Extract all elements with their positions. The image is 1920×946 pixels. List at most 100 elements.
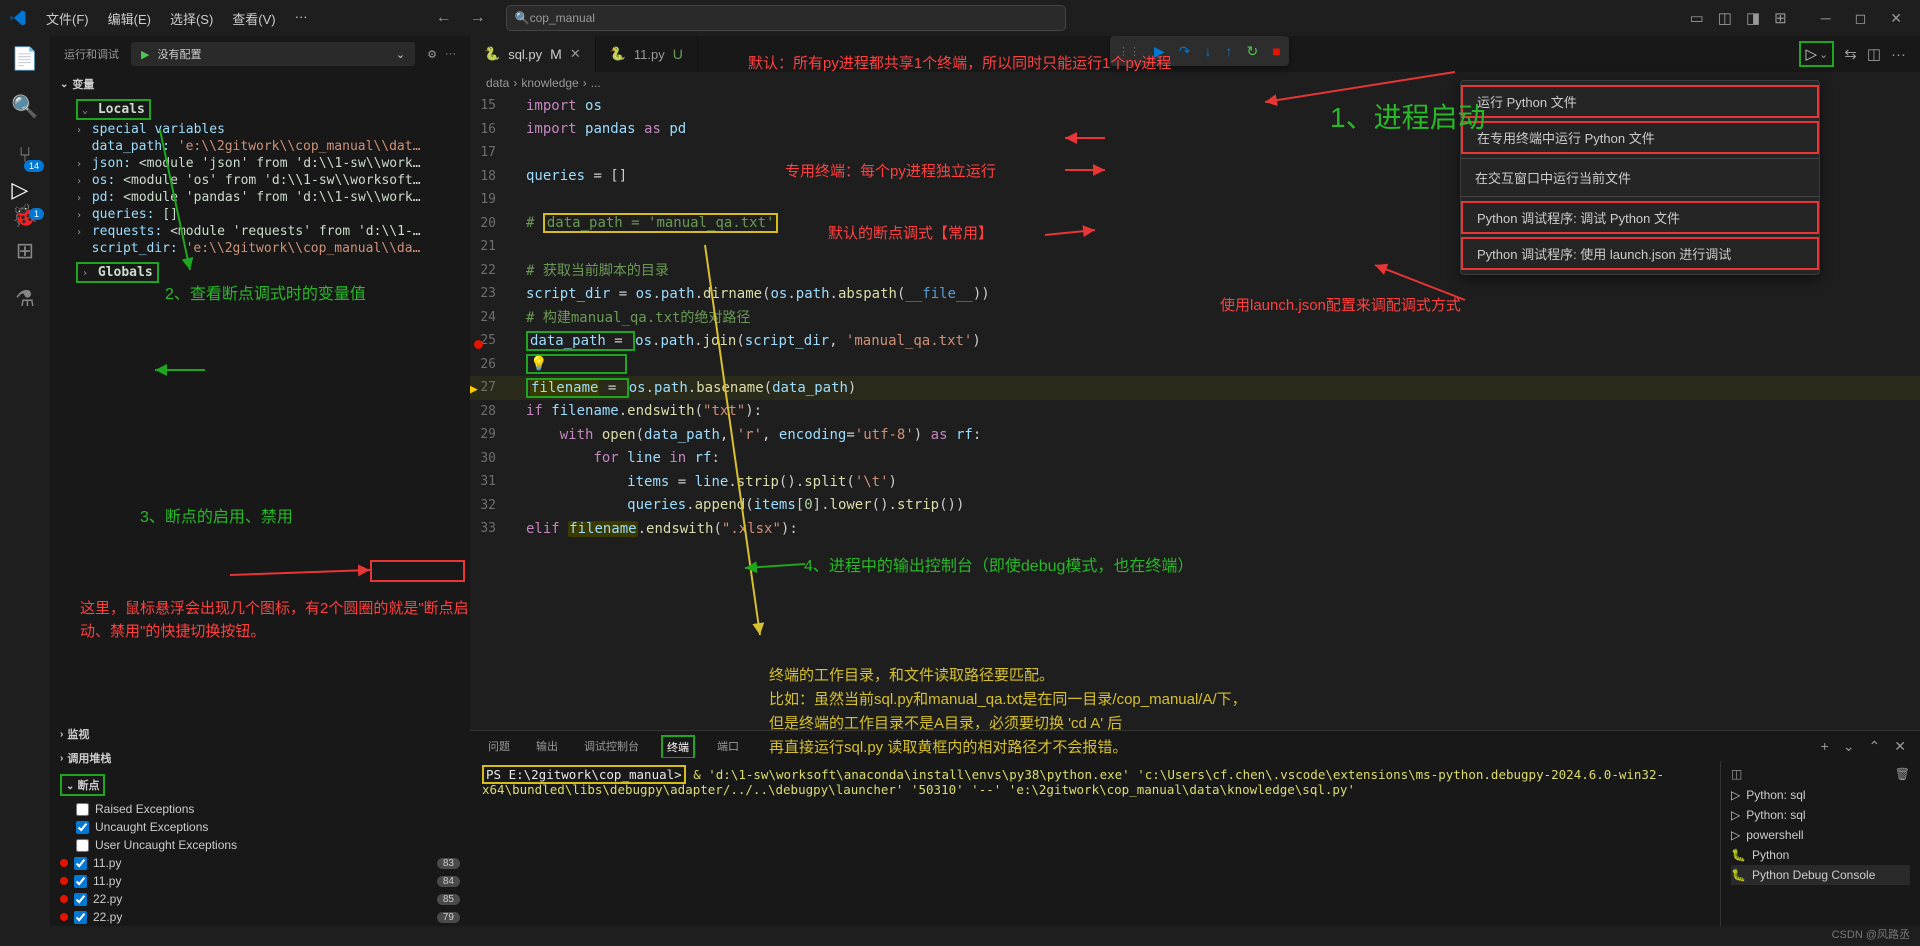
title-bar: 文件(F) 编辑(E) 选择(S) 查看(V) ··· ← → 🔍 cop_ma…	[0, 0, 1920, 36]
trash-icon[interactable]: 🗑	[1895, 767, 1910, 781]
continue-icon[interactable]: ▶	[1154, 43, 1165, 60]
run-python-file[interactable]: 运行 Python 文件	[1461, 85, 1819, 118]
var-row[interactable]: › pd: <module 'pandas' from 'd:\\1-sw\\w…	[64, 189, 470, 206]
testing-icon[interactable]: ⚗	[12, 286, 38, 312]
bp-file[interactable]: 22.py85	[50, 890, 470, 908]
bottom-panel: 问题 输出 调试控制台 终端 端口 + ⌄ ⌃ ✕ PS E:\2gitwork…	[470, 730, 1920, 926]
close-tab-icon[interactable]: ✕	[570, 46, 581, 62]
chevron-down-icon[interactable]: ⌄	[1819, 48, 1828, 61]
tab-11[interactable]: 🐍 11.py U	[596, 36, 698, 72]
layout-2-icon[interactable]: ◫	[1718, 9, 1732, 27]
drag-handle-icon[interactable]: ⋮⋮	[1118, 45, 1140, 58]
terminal-output[interactable]: PS E:\2gitwork\cop_manual> & 'd:\1-sw\wo…	[470, 761, 1720, 926]
panel-tabs: 问题 输出 调试控制台 终端 端口 + ⌄ ⌃ ✕	[470, 731, 1920, 761]
var-row[interactable]: › json: <module 'json' from 'd:\\1-sw\\w…	[64, 155, 470, 172]
close-panel-icon[interactable]: ✕	[1894, 738, 1906, 755]
menu-more[interactable]: ···	[287, 5, 316, 32]
lightbulb-icon[interactable]: 💡	[530, 356, 547, 372]
menu-select[interactable]: 选择(S)	[162, 5, 221, 32]
debug-python-file[interactable]: Python 调试程序: 调试 Python 文件	[1461, 201, 1819, 234]
var-row[interactable]: script_dir: 'e:\\2gitwork\\cop_manual\\d…	[64, 240, 470, 257]
command-center[interactable]: 🔍 cop_manual	[506, 5, 1066, 31]
locals-scope[interactable]: ⌄ Locals	[76, 99, 151, 120]
run-in-interactive[interactable]: 在交互窗口中运行当前文件	[1461, 163, 1819, 192]
terminal-item[interactable]: ▷Python: sql	[1731, 805, 1910, 825]
terminal-item[interactable]: ▷Python: sql	[1731, 785, 1910, 805]
search-icon: 🔍	[515, 11, 530, 25]
play-icon: ▶	[141, 48, 149, 61]
nav-arrows: ← →	[436, 9, 486, 27]
run-dropdown-menu: 运行 Python 文件 在专用终端中运行 Python 文件 在交互窗口中运行…	[1460, 80, 1820, 275]
chevron-down-icon[interactable]: ⌄	[1843, 738, 1855, 755]
python-icon: 🐍	[610, 46, 626, 62]
tab-terminal[interactable]: 终端	[661, 735, 695, 758]
sidebar-header: 运行和调试 ▶ 没有配置 ⌄ ⚙ ···	[50, 36, 470, 72]
more-icon[interactable]: ···	[445, 48, 456, 60]
menu-view[interactable]: 查看(V)	[224, 5, 283, 32]
debug-icon[interactable]: ▷🐞1	[12, 190, 38, 216]
variables-section[interactable]: ⌄变量	[50, 72, 470, 96]
split-icon[interactable]: ◫	[1867, 45, 1881, 63]
explorer-icon[interactable]: 📄	[12, 46, 38, 72]
bp-option[interactable]: User Uncaught Exceptions	[50, 836, 470, 854]
terminal-item[interactable]: 🐛Python	[1731, 845, 1910, 865]
scm-icon[interactable]: ⑂14	[12, 142, 38, 168]
step-over-icon[interactable]: ↷	[1179, 43, 1191, 60]
terminal-item[interactable]: ▷powershell	[1731, 825, 1910, 845]
breakpoints-section[interactable]: ⌄ 断点	[50, 770, 470, 800]
terminal-list: ◫ 🗑 ▷Python: sql ▷Python: sql ▷powershell…	[1720, 761, 1920, 926]
layout-4-icon[interactable]: ⊞	[1774, 9, 1787, 27]
layout-1-icon[interactable]: ▭	[1690, 9, 1704, 27]
activity-bar: 📄 🔍 ⑂14 ▷🐞1 ⊞ ⚗	[0, 36, 50, 926]
gear-icon[interactable]: ⚙	[427, 48, 437, 61]
menu-bar: 文件(F) 编辑(E) 选择(S) 查看(V) ···	[38, 5, 316, 32]
maximize-panel-icon[interactable]: ⌃	[1869, 738, 1881, 755]
menu-edit[interactable]: 编辑(E)	[100, 5, 159, 32]
title-right: ▭ ◫ ◨ ⊞ ─ ◻ ✕	[1690, 9, 1912, 27]
bp-file[interactable]: 22.py79	[50, 908, 470, 926]
run-in-dedicated-terminal[interactable]: 在专用终端中运行 Python 文件	[1461, 121, 1819, 154]
bp-option[interactable]: Raised Exceptions	[50, 800, 470, 818]
run-config-dropdown[interactable]: ▶ 没有配置 ⌄	[131, 42, 415, 66]
tab-debug-console[interactable]: 调试控制台	[580, 736, 643, 756]
step-into-icon[interactable]: ↓	[1205, 43, 1212, 59]
tab-output[interactable]: 输出	[532, 736, 562, 756]
var-row[interactable]: › special variables	[64, 121, 470, 138]
debug-toolbar[interactable]: ⋮⋮ ▶ ↷ ↓ ↑ ↻ ■	[1110, 36, 1289, 66]
terminal-item[interactable]: 🐛Python Debug Console	[1731, 865, 1910, 885]
layout-3-icon[interactable]: ◨	[1746, 9, 1760, 27]
run-button[interactable]: ▷⌄	[1799, 41, 1834, 67]
close-window-icon[interactable]: ✕	[1890, 10, 1902, 27]
minimize-icon[interactable]: ─	[1821, 10, 1831, 27]
nav-back-icon[interactable]: ←	[436, 9, 452, 27]
more-tab-icon[interactable]: ···	[1891, 46, 1906, 63]
nav-fwd-icon[interactable]: →	[470, 9, 486, 27]
maximize-icon[interactable]: ◻	[1855, 10, 1867, 27]
restart-icon[interactable]: ↻	[1247, 43, 1259, 60]
step-out-icon[interactable]: ↑	[1226, 43, 1233, 59]
debug-with-launch-json[interactable]: Python 调试程序: 使用 launch.json 进行调试	[1461, 237, 1819, 270]
var-row[interactable]: › queries: []	[64, 206, 470, 223]
callstack-section[interactable]: ›调用堆栈	[50, 746, 470, 770]
new-terminal-icon[interactable]: +	[1821, 738, 1829, 755]
compare-icon[interactable]: ⇆	[1844, 45, 1857, 63]
var-row[interactable]: › os: <module 'os' from 'd:\\1-sw\\works…	[64, 172, 470, 189]
var-row[interactable]: data_path: 'e:\\2gitwork\\cop_manual\\da…	[64, 138, 470, 155]
search-icon[interactable]: 🔍	[12, 94, 38, 120]
bp-file[interactable]: 11.py84	[50, 872, 470, 890]
split-terminal-icon[interactable]: ◫	[1731, 767, 1742, 781]
tab-ports[interactable]: 端口	[713, 736, 743, 756]
var-row[interactable]: › requests: <module 'requests' from 'd:\…	[64, 223, 470, 240]
sidebar-title: 运行和调试	[64, 46, 119, 62]
tab-sql[interactable]: 🐍 sql.py M ✕	[470, 36, 596, 72]
tab-problems[interactable]: 问题	[484, 736, 514, 756]
extensions-icon[interactable]: ⊞	[12, 238, 38, 264]
breakpoint-dot[interactable]	[474, 340, 483, 349]
stop-icon[interactable]: ■	[1272, 43, 1280, 59]
bp-option[interactable]: Uncaught Exceptions	[50, 818, 470, 836]
globals-scope[interactable]: › Globals	[76, 262, 159, 283]
watch-section[interactable]: ›监视	[50, 722, 470, 746]
menu-file[interactable]: 文件(F)	[38, 5, 97, 32]
bp-file[interactable]: 11.py83	[50, 854, 470, 872]
search-text: cop_manual	[530, 11, 595, 25]
